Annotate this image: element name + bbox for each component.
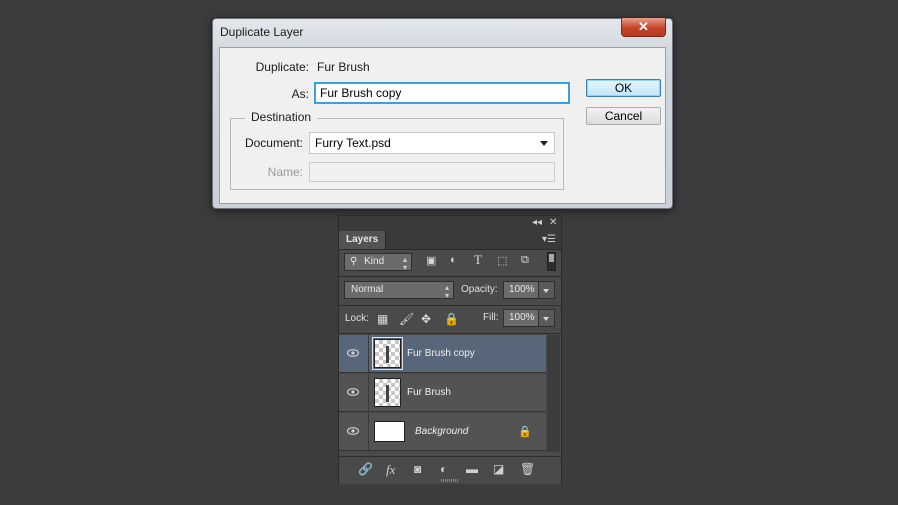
- destination-group: Destination Document: Furry Text.psd Nam…: [230, 110, 564, 190]
- blend-mode-value: Normal: [351, 284, 384, 295]
- tab-layers[interactable]: Layers: [339, 231, 386, 249]
- layer-name: Fur Brush copy: [407, 348, 475, 359]
- mask-icon[interactable]: ◙: [414, 462, 421, 476]
- eye-icon: [347, 427, 359, 435]
- name-label: Name:: [267, 165, 303, 179]
- panel-tab-bar: Layers ▾☰: [339, 231, 561, 250]
- spinner-icon: ▴ ▾: [402, 255, 407, 272]
- fill-label: Fill:: [483, 312, 499, 323]
- layers-scrollbar[interactable]: [547, 335, 560, 452]
- visibility-toggle[interactable]: [339, 335, 369, 372]
- opacity-dropdown-button[interactable]: [539, 281, 555, 299]
- layer-thumbnail: [374, 378, 401, 407]
- adjustment-icon[interactable]: ◐: [440, 462, 447, 476]
- close-icon[interactable]: ✕: [549, 217, 557, 228]
- duplicate-label: Duplicate:: [255, 60, 309, 74]
- panel-header-strip: ◂◂ ✕: [339, 216, 561, 231]
- blend-mode-select[interactable]: Normal ▴ ▾: [344, 281, 454, 300]
- opacity-input[interactable]: 100%: [503, 281, 539, 299]
- as-label: As:: [291, 87, 309, 101]
- opacity-label: Opacity:: [461, 284, 498, 295]
- eye-icon: [347, 349, 359, 357]
- name-field: [309, 162, 555, 182]
- folder-icon[interactable]: ▬: [466, 462, 478, 476]
- layer-row[interactable]: Fur Brush copy: [339, 335, 546, 373]
- spinner-icon: ▴ ▾: [444, 283, 449, 300]
- image-filter-icon[interactable]: ▣: [426, 254, 436, 267]
- lock-all-icon[interactable]: 🔒: [444, 312, 459, 326]
- collapse-icon[interactable]: ◂◂: [532, 217, 542, 228]
- layers-panel: ◂◂ ✕ Layers ▾☰ ⚲ Kind ▴ ▾ ▣ ◐ T ⬚ ⧉ Norma…: [338, 215, 562, 484]
- document-select[interactable]: Furry Text.psd: [309, 132, 555, 154]
- filter-kind-select[interactable]: ⚲ Kind ▴ ▾: [344, 253, 412, 272]
- close-icon: ✕: [638, 19, 649, 34]
- trash-icon[interactable]: 🗑: [520, 462, 535, 476]
- document-select-value: Furry Text.psd: [315, 136, 391, 150]
- fur-brush-mark: [386, 385, 389, 402]
- adjustment-filter-icon[interactable]: ◐: [450, 254, 457, 266]
- divider: [339, 305, 561, 306]
- document-label: Document:: [244, 136, 303, 150]
- lock-position-icon[interactable]: ✥: [421, 312, 431, 326]
- panel-menu-icon[interactable]: ▾☰: [542, 234, 556, 245]
- chevron-down-icon: [540, 141, 548, 146]
- lock-label: Lock:: [345, 313, 369, 324]
- cancel-button[interactable]: Cancel: [586, 107, 661, 125]
- resize-grip[interactable]: [441, 479, 459, 482]
- fur-brush-mark: [386, 346, 389, 363]
- lock-image-pixels-icon[interactable]: 🖌: [399, 312, 414, 326]
- layer-thumbnail: [374, 421, 405, 442]
- fx-icon[interactable]: fx: [386, 462, 395, 478]
- link-icon[interactable]: 🔗: [358, 462, 373, 476]
- panel-bottom-toolbar: 🔗 fx ◙ ◐ ▬ ◪ 🗑: [339, 456, 561, 484]
- layer-row[interactable]: Fur Brush: [339, 374, 546, 412]
- layer-name: Fur Brush: [407, 387, 451, 398]
- as-name-input[interactable]: Fur Brush copy: [314, 82, 570, 104]
- destination-legend: Destination: [245, 110, 318, 124]
- duplicate-layer-dialog: Duplicate Layer ✕ Duplicate: Fur Brush A…: [212, 18, 673, 209]
- fill-input[interactable]: 100%: [503, 309, 539, 327]
- layer-name: Background: [415, 426, 469, 437]
- close-button[interactable]: ✕: [621, 18, 666, 37]
- ok-button[interactable]: OK: [586, 79, 661, 97]
- filter-kind-value: Kind: [364, 256, 385, 267]
- type-filter-icon[interactable]: T: [474, 252, 482, 268]
- dialog-body: Duplicate: Fur Brush As: Fur Brush copy …: [219, 47, 666, 204]
- smart-object-filter-icon[interactable]: ⧉: [521, 254, 529, 267]
- layer-row[interactable]: Background 🔒: [339, 413, 546, 451]
- lock-transparent-pixels-icon[interactable]: ▦: [377, 312, 388, 326]
- eye-icon: [347, 388, 359, 396]
- duplicate-value: Fur Brush: [317, 60, 370, 74]
- lock-icon: 🔒: [518, 426, 532, 438]
- dialog-title: Duplicate Layer: [220, 25, 304, 39]
- visibility-toggle[interactable]: [339, 374, 369, 411]
- new-layer-icon[interactable]: ◪: [493, 462, 504, 476]
- fill-dropdown-button[interactable]: [539, 309, 555, 327]
- filter-toggle-switch[interactable]: [547, 252, 556, 271]
- search-icon: ⚲: [350, 256, 358, 267]
- layer-thumbnail: [372, 337, 403, 370]
- shape-filter-icon[interactable]: ⬚: [497, 254, 507, 267]
- divider: [339, 333, 561, 334]
- visibility-toggle[interactable]: [339, 413, 369, 450]
- divider: [339, 276, 561, 277]
